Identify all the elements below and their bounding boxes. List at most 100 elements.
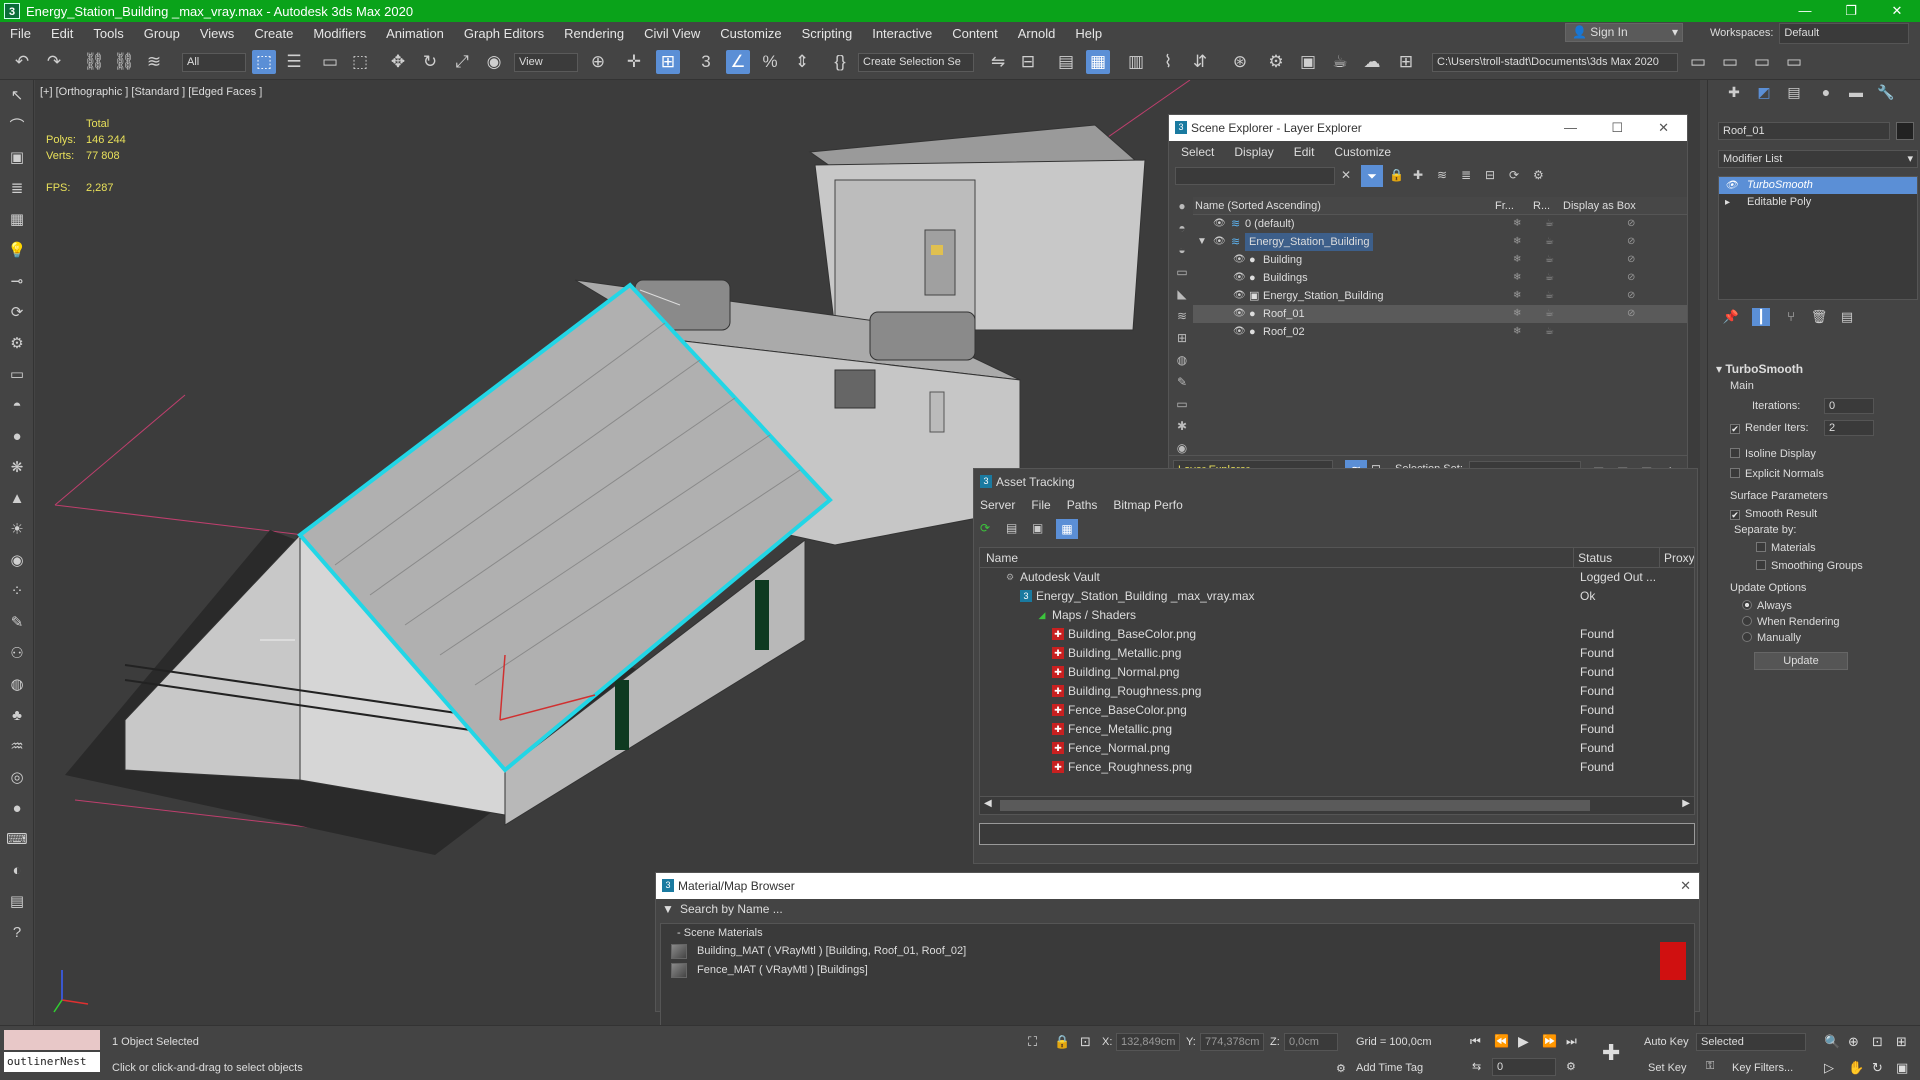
stack-item-turbosmooth[interactable]: 👁 TurboSmooth [1719, 177, 1917, 194]
list-item[interactable]: ✚ Fence_Metallic.png Found [980, 720, 1694, 739]
menu-interactive[interactable]: Interactive [862, 26, 942, 41]
lasso-icon[interactable]: ⌒ [5, 115, 29, 139]
list-item[interactable]: Fence_MAT ( VRayMtl ) [Buildings] [661, 961, 1694, 980]
table-view-icon[interactable]: ▦ [1056, 519, 1078, 539]
scene-explorer-titlebar[interactable]: 3 Scene Explorer - Layer Explorer — ☐ ✕ [1169, 115, 1687, 141]
absolute-mode-icon[interactable]: ⊡ [1080, 1034, 1091, 1050]
list-item[interactable]: ✚ Fence_Normal.png Found [980, 739, 1694, 758]
stack-item-editable-poly[interactable]: ▸ Editable Poly [1719, 194, 1917, 211]
se-col-name[interactable]: Name (Sorted Ascending) [1193, 197, 1495, 214]
snapshot-icon[interactable]: ▭ [1718, 50, 1742, 74]
menu-arnold[interactable]: Arnold [1008, 26, 1066, 41]
layer-explorer-icon[interactable]: ▦ [1086, 50, 1110, 74]
maximize-button[interactable]: ☐ [1611, 115, 1623, 141]
eye-icon[interactable]: 👁 [1233, 323, 1246, 341]
at-menu-bitmap-performance[interactable]: Bitmap Perfo [1113, 498, 1182, 512]
list-item[interactable]: ✚ Building_Normal.png Found [980, 663, 1694, 682]
zoom-extents-all-icon[interactable]: ⊞ [1896, 1034, 1907, 1050]
menu-civil-view[interactable]: Civil View [634, 26, 710, 41]
box-icon[interactable]: ⊘ [1627, 287, 1635, 305]
box-icon[interactable]: ⊘ [1627, 215, 1635, 233]
expand-icon[interactable]: ▸ [1725, 194, 1730, 211]
light-icon[interactable]: 💡 [5, 239, 29, 263]
list-item[interactable]: ✚ Building_BaseColor.png Found [980, 625, 1694, 644]
world-icon[interactable]: ◐ [5, 859, 29, 883]
table-row[interactable]: 👁 ≋ 0 (default) ❄ ☕ ⊘ [1193, 215, 1687, 233]
workspaces-dropdown[interactable]: Default [1779, 23, 1910, 44]
menu-animation[interactable]: Animation [376, 26, 454, 41]
chevron-down-icon[interactable]: ▼ [662, 899, 674, 919]
menu-group[interactable]: Group [134, 26, 190, 41]
minimize-button[interactable]: — [1782, 0, 1828, 22]
list-item[interactable]: ◢ Maps / Shaders [980, 606, 1694, 625]
freeze-icon[interactable]: ❄ [1513, 305, 1521, 323]
hair-tool-icon[interactable]: ♒ [5, 735, 29, 759]
menu-tools[interactable]: Tools [83, 26, 133, 41]
camera-icon[interactable]: ⊸ [5, 270, 29, 294]
display-tab-icon[interactable]: ▬ [1846, 84, 1866, 102]
maxscript-input[interactable]: outlinerNest [4, 1052, 100, 1072]
sign-in-button[interactable]: 👤 Sign In ▾ [1565, 23, 1683, 42]
scroll-left-icon[interactable]: ◀ [984, 798, 992, 809]
material-editor-icon[interactable]: ⊛ [1228, 50, 1252, 74]
reference-coordinate-dropdown[interactable]: View [514, 53, 578, 72]
teapot-icon[interactable]: ☕ [1545, 323, 1554, 341]
current-frame-field[interactable]: 0 [1492, 1058, 1556, 1076]
table-row[interactable]: 👁 ● Building ❄ ☕ ⊘ [1193, 251, 1687, 269]
box-icon[interactable]: ⊘ [1627, 233, 1635, 251]
list-item[interactable]: ✚ Fence_BaseColor.png Found [980, 701, 1694, 720]
select-by-name-icon[interactable]: ☰ [282, 50, 306, 74]
horizontal-scrollbar[interactable]: ◀ ▶ [980, 796, 1694, 814]
zoom-icon[interactable]: 🔍 [1824, 1034, 1840, 1050]
angle-snap-icon[interactable]: ∠ [726, 50, 750, 74]
zoom-all-icon[interactable]: ⊕ [1848, 1034, 1859, 1050]
eye-icon[interactable]: 👁 [1233, 287, 1246, 305]
at-col-proxy[interactable]: Proxy [1660, 548, 1694, 567]
snaps-toggle-icon[interactable]: 3 [694, 50, 718, 74]
spacewarp-icon[interactable]: ⚙ [5, 332, 29, 356]
close-button[interactable]: ✕ [1680, 873, 1691, 899]
edit-named-selection-icon[interactable]: {} [828, 50, 852, 74]
menu-graph-editors[interactable]: Graph Editors [454, 26, 554, 41]
key-filters-button[interactable]: Key Filters... [1732, 1062, 1793, 1074]
settings-icon[interactable]: ⚙ [1533, 168, 1544, 182]
freeze-icon[interactable]: ❄ [1513, 287, 1521, 305]
set-key-button[interactable]: Set Key [1648, 1062, 1687, 1074]
teapot-icon[interactable]: ☕ [1545, 251, 1554, 269]
motion-icon[interactable]: ◎ [5, 766, 29, 790]
bind-space-warp-icon[interactable]: ≋ [142, 50, 166, 74]
sphere-icon[interactable]: ● [5, 425, 29, 449]
always-radio[interactable] [1742, 600, 1752, 610]
containers-icon[interactable]: ✱ [1173, 417, 1191, 435]
rotate-icon[interactable]: ↻ [418, 50, 442, 74]
make-unique-icon[interactable]: ⑂ [1782, 308, 1800, 326]
hair-icon[interactable]: ❋ [5, 456, 29, 480]
menu-file[interactable]: File [0, 26, 41, 41]
table-row[interactable]: ▼ 👁 ≋ Energy_Station_Building ❄ ☕ ⊘ [1193, 233, 1687, 251]
configure-sets-icon[interactable]: ▤ [1838, 308, 1856, 326]
cone-icon[interactable]: ▲ [5, 487, 29, 511]
lights-icon[interactable]: ▭ [1173, 263, 1191, 281]
viewport-label[interactable]: [+] [Orthographic ] [Standard ] [Edged F… [40, 86, 262, 98]
render-setup-icon[interactable]: ⚙ [1264, 50, 1288, 74]
refresh-icon[interactable]: ⟳ [980, 521, 990, 535]
eye-icon[interactable]: 👁 [1233, 305, 1246, 323]
box-icon[interactable]: ⊘ [1627, 305, 1635, 323]
close-button[interactable]: ✕ [1658, 115, 1669, 141]
materials-checkbox[interactable] [1756, 542, 1766, 552]
eye-icon[interactable]: 👁 [1213, 215, 1226, 233]
particle-icon[interactable]: ⁘ [5, 580, 29, 604]
material-browser-titlebar[interactable]: 3 Material/Map Browser ✕ [656, 873, 1699, 899]
menu-rendering[interactable]: Rendering [554, 26, 634, 41]
menu-customize[interactable]: Customize [710, 26, 791, 41]
select-icon[interactable]: ↖ [5, 84, 29, 108]
create-tab-icon[interactable]: ✚ [1724, 84, 1744, 102]
window-crossing-icon[interactable]: ⬚ [348, 50, 372, 74]
helper-icon[interactable]: ⟳ [5, 301, 29, 325]
batch-render-icon[interactable]: ▭ [1782, 50, 1806, 74]
grid-icon[interactable]: ▦ [5, 208, 29, 232]
eye-icon[interactable]: 👁 [1213, 233, 1226, 251]
mirror-icon[interactable]: ⇋ [986, 50, 1010, 74]
list-item[interactable]: ✚ Fence_Roughness.png Found [980, 758, 1694, 777]
isoline-checkbox[interactable] [1730, 448, 1740, 458]
